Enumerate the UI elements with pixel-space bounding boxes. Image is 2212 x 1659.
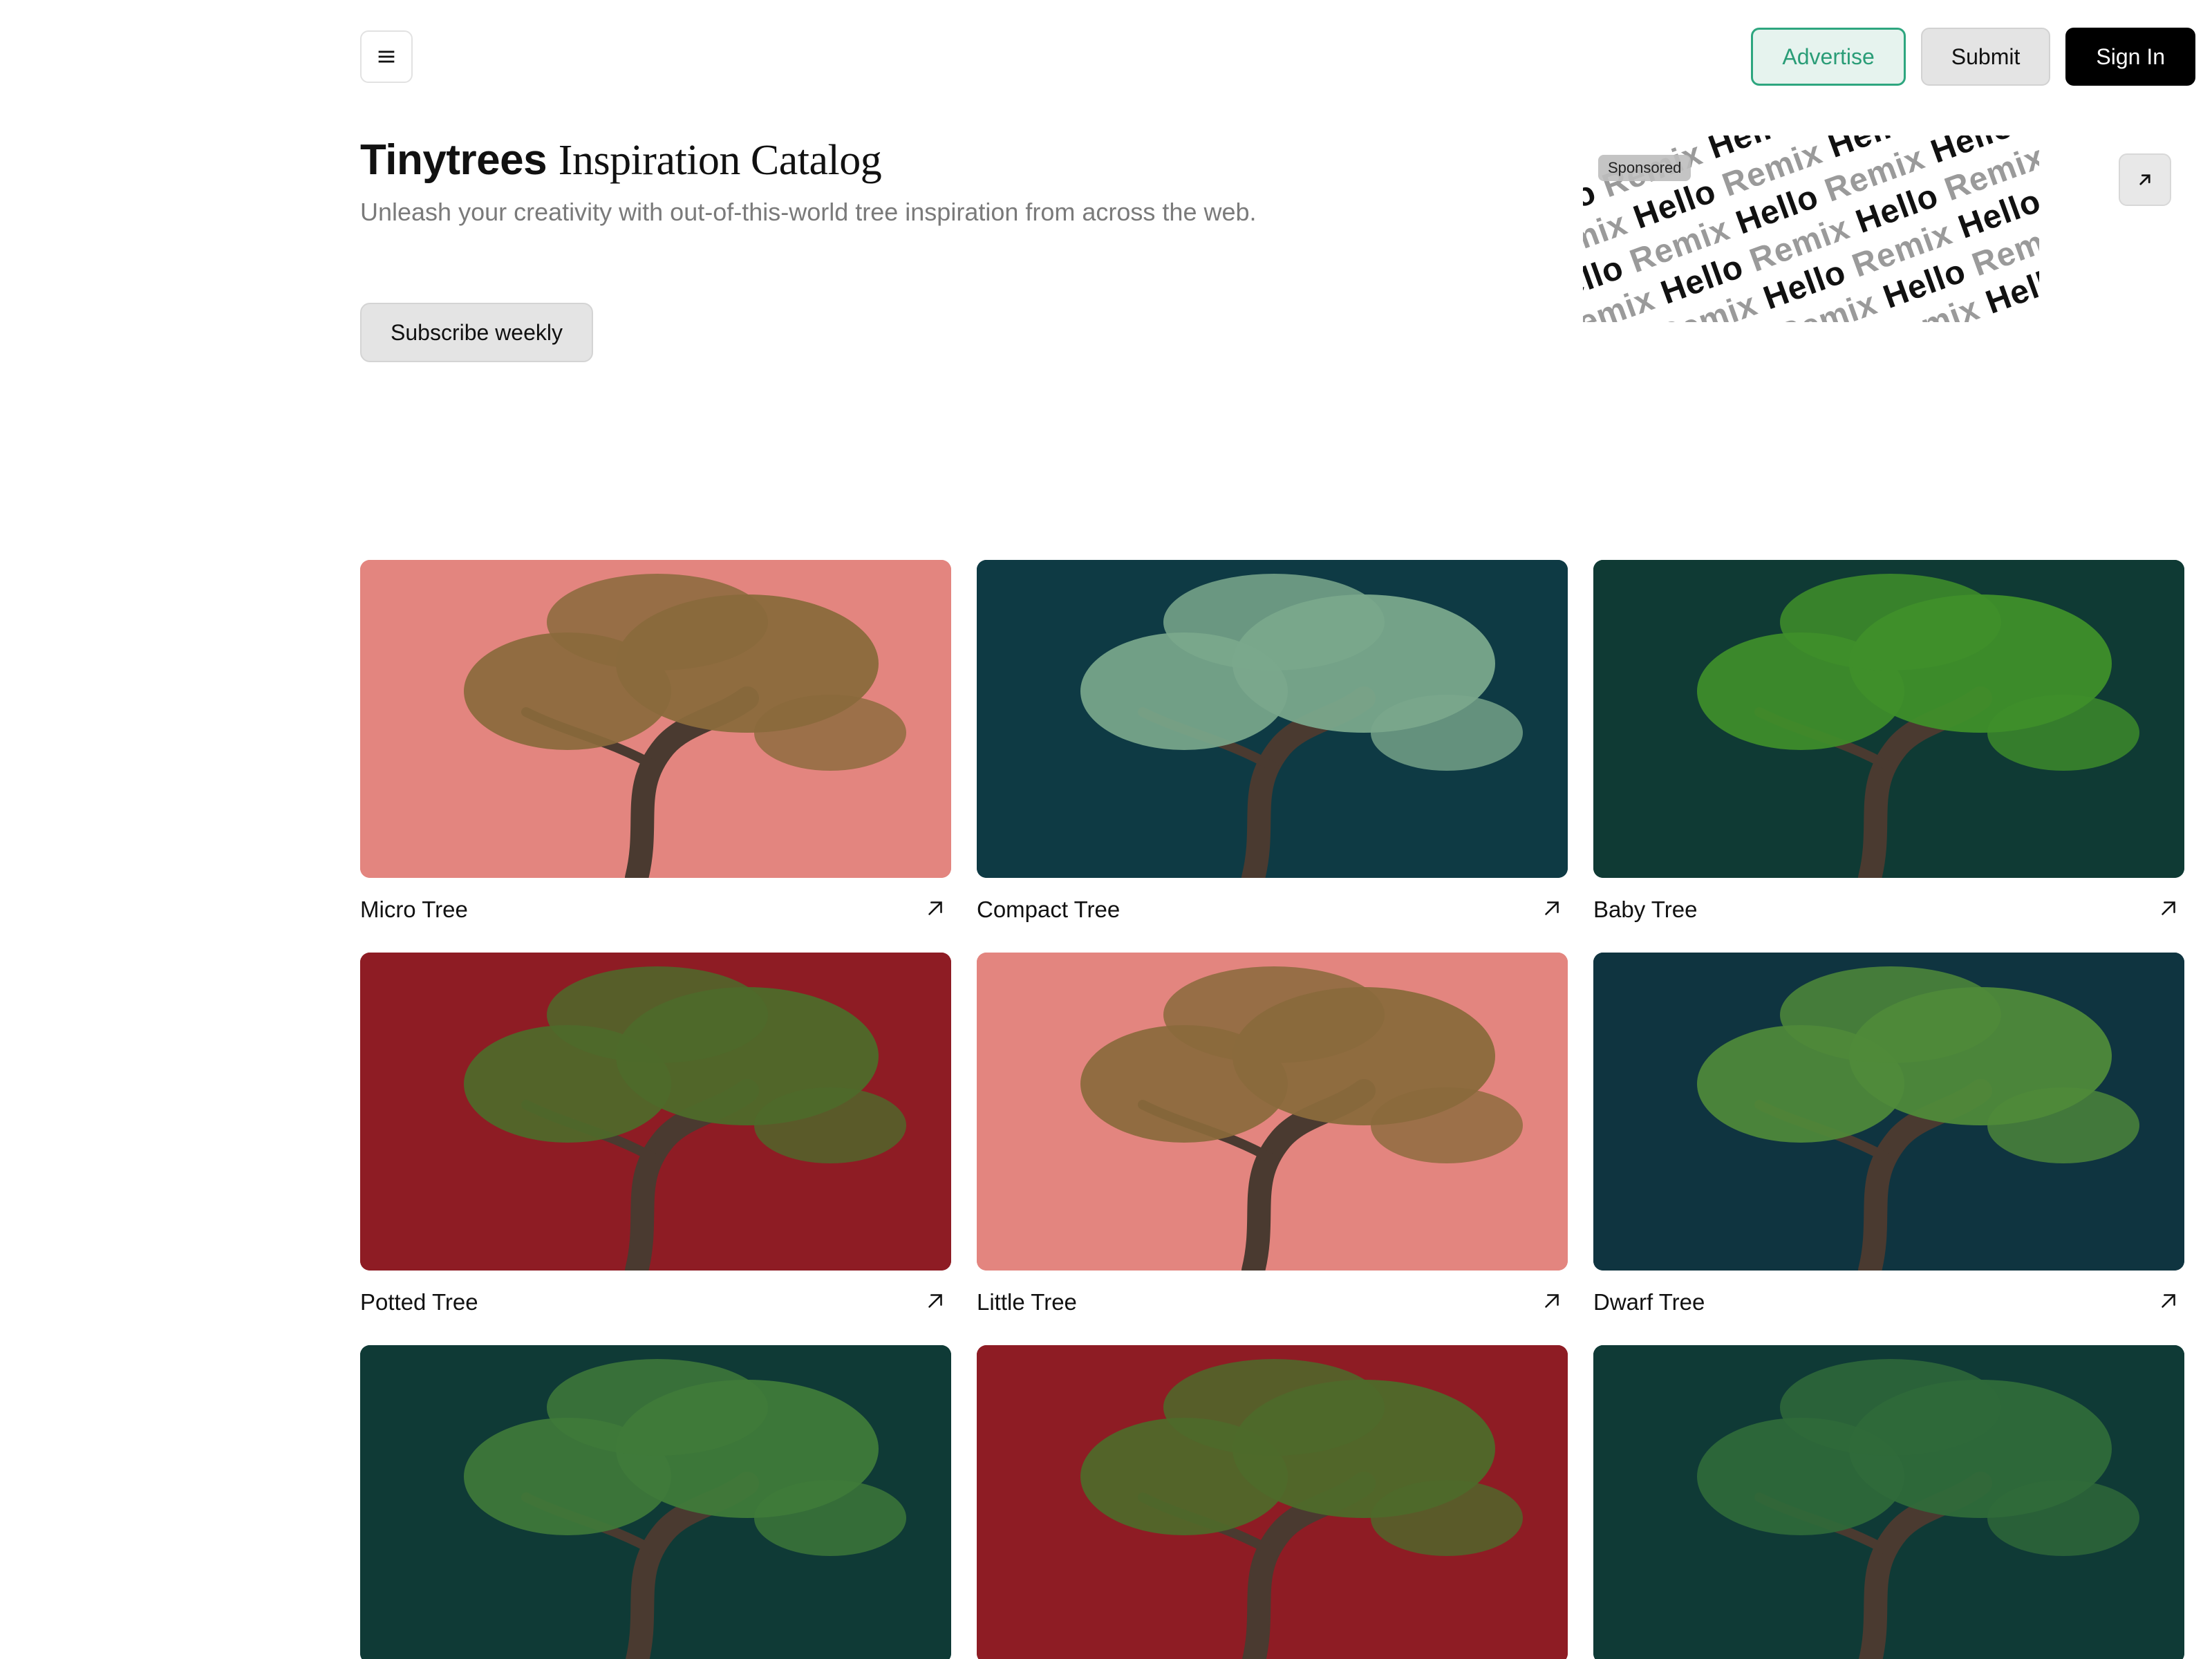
card-title[interactable]: Baby Tree bbox=[1593, 897, 1697, 923]
advertise-button[interactable]: Advertise bbox=[1751, 28, 1906, 86]
card-footer: Micro Tree bbox=[360, 878, 951, 941]
page-subtitle: Unleash your creativity with out-of-this… bbox=[360, 198, 1257, 226]
sponsored-badge: Sponsored bbox=[1598, 155, 1691, 181]
tree-card[interactable]: Micro Tree bbox=[360, 560, 951, 953]
tree-image[interactable] bbox=[1593, 953, 2184, 1271]
tree-card[interactable]: Dwarf Tree bbox=[1593, 953, 2184, 1345]
card-title[interactable]: Potted Tree bbox=[360, 1289, 478, 1315]
tree-image[interactable] bbox=[977, 1345, 1568, 1659]
tree-image[interactable] bbox=[360, 560, 951, 878]
brand-name: Tinytrees bbox=[360, 136, 547, 184]
card-footer: Baby Tree bbox=[1593, 878, 2184, 941]
external-arrow-icon[interactable] bbox=[1540, 897, 1564, 924]
sponsored-ad[interactable]: Hello Remix Hello Remix Hello Remix Hell… bbox=[1583, 135, 2039, 322]
tree-card[interactable]: Little Tree bbox=[977, 953, 1568, 1345]
card-title[interactable]: Dwarf Tree bbox=[1593, 1289, 1705, 1315]
ad-link-button[interactable] bbox=[2119, 153, 2171, 206]
tree-card[interactable]: Baby Tree bbox=[1593, 560, 2184, 953]
external-arrow-icon[interactable] bbox=[2157, 897, 2180, 924]
tree-image[interactable] bbox=[977, 560, 1568, 878]
page-title: Tinytrees Inspiration Catalog bbox=[360, 135, 882, 185]
card-footer: Compact Tree bbox=[977, 878, 1568, 941]
tree-card-grid: Micro Tree Compact Tree Baby Tree Potted Tr… bbox=[360, 560, 2184, 1659]
tree-image[interactable] bbox=[1593, 560, 2184, 878]
tree-card[interactable] bbox=[977, 1345, 1568, 1659]
external-arrow-icon[interactable] bbox=[924, 897, 947, 924]
card-title[interactable]: Micro Tree bbox=[360, 897, 468, 923]
card-footer: Dwarf Tree bbox=[1593, 1271, 2184, 1334]
card-footer: Potted Tree bbox=[360, 1271, 951, 1334]
external-arrow-icon bbox=[2139, 174, 2150, 185]
tree-card[interactable]: Compact Tree bbox=[977, 560, 1568, 953]
tree-image[interactable] bbox=[977, 953, 1568, 1271]
tree-card[interactable] bbox=[1593, 1345, 2184, 1659]
card-title[interactable]: Little Tree bbox=[977, 1289, 1077, 1315]
tree-card[interactable] bbox=[360, 1345, 951, 1659]
tree-card[interactable]: Potted Tree bbox=[360, 953, 951, 1345]
hamburger-menu-icon bbox=[378, 50, 395, 63]
tree-image[interactable] bbox=[1593, 1345, 2184, 1659]
external-arrow-icon[interactable] bbox=[1540, 1289, 1564, 1316]
tree-image[interactable] bbox=[360, 953, 951, 1271]
external-arrow-icon[interactable] bbox=[2157, 1289, 2180, 1316]
card-title[interactable]: Compact Tree bbox=[977, 897, 1120, 923]
card-footer: Little Tree bbox=[977, 1271, 1568, 1334]
title-rest: Inspiration Catalog bbox=[558, 137, 882, 184]
sign-in-button[interactable]: Sign In bbox=[2065, 28, 2195, 86]
tree-image[interactable] bbox=[360, 1345, 951, 1659]
subscribe-weekly-button[interactable]: Subscribe weekly bbox=[360, 303, 593, 362]
submit-button[interactable]: Submit bbox=[1920, 28, 2051, 86]
menu-button[interactable] bbox=[360, 30, 413, 83]
top-actions: Advertise Submit Sign In bbox=[1751, 28, 2195, 86]
external-arrow-icon[interactable] bbox=[924, 1289, 947, 1316]
